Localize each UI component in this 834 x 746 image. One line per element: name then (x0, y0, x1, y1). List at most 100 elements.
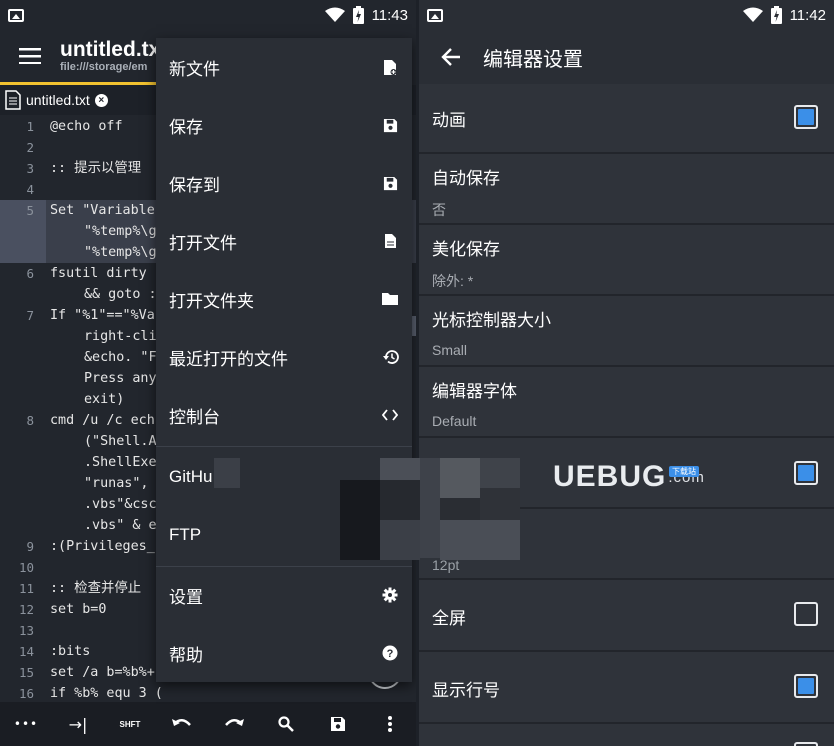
line-text: "%temp%\g (84, 224, 157, 239)
status-bar: 11:42 (419, 0, 834, 30)
setting-auto-save[interactable]: 自动保存 否 (419, 154, 834, 223)
setting-cursor-size[interactable]: 光标控制器大小 Small (419, 296, 834, 365)
wifi-icon (742, 7, 763, 22)
setting-title: 光标控制器大小 (432, 311, 551, 330)
battery-charging-icon (770, 6, 782, 24)
shift-key-label: SHFT (119, 719, 141, 729)
editor-scrollbar[interactable] (412, 316, 416, 336)
setting-fullscreen[interactable]: 全屏 (419, 580, 834, 650)
line-text: fsutil dirty (50, 266, 147, 281)
line-text: "runas", (84, 476, 149, 491)
line-text: .vbs"&csc (84, 497, 157, 512)
line-text: right-cli (84, 329, 157, 344)
battery-charging-icon (352, 6, 364, 24)
line-number: 11 (18, 581, 34, 596)
menu-label: 控制台 (169, 407, 220, 427)
settings-screen: 11:42 编辑器设置 动画 自动保存 否 美化保存 除外: * 光标控制器大小… (419, 0, 834, 746)
setting-title: 全屏 (432, 609, 466, 628)
image-notification-icon (8, 8, 24, 22)
menu-item-open-folder[interactable]: 打开文件夹 (156, 270, 412, 328)
setting-next-partial[interactable] (419, 724, 834, 746)
menu-label: 打开文件夹 (169, 291, 254, 311)
back-button[interactable] (419, 48, 483, 66)
setting-value: 否 (432, 202, 446, 218)
line-number: 14 (18, 644, 34, 659)
search-button[interactable] (269, 707, 303, 741)
new-file-icon (380, 57, 400, 77)
menu-item-open-file[interactable]: 打开文件 (156, 212, 412, 270)
more-label: ••• (13, 717, 39, 731)
more-keys-button[interactable]: ••• (9, 707, 43, 741)
editor-screen: 11:43 untitled.txt file:///storage/em un… (0, 0, 416, 746)
tab-key-label: →| (68, 714, 88, 734)
partial-checkbox[interactable] (794, 742, 818, 746)
setting-animation[interactable]: 动画 (419, 84, 834, 152)
setting-line-numbers[interactable]: 显示行号 (419, 652, 834, 722)
menu-item-help[interactable]: 帮助 ? (156, 624, 412, 682)
hamburger-icon (19, 48, 41, 64)
line-number: 7 (26, 308, 34, 323)
watermark-brand: UEBUG (553, 460, 667, 493)
more-vert-icon (388, 716, 392, 732)
redo-button[interactable] (217, 707, 251, 741)
help-icon: ? (380, 643, 400, 663)
setting-title: 显示行号 (432, 681, 500, 700)
menu-label: FTP (169, 525, 202, 544)
menu-item-recent[interactable]: 最近打开的文件 (156, 328, 412, 386)
line-text: .vbs" & e (84, 518, 157, 533)
line-text: ("Shell.A (84, 434, 157, 449)
line-text: If "%1"=="%Va (50, 308, 155, 323)
save-icon (380, 173, 400, 193)
file-icon (380, 231, 400, 251)
bottom-toolbar: ••• →| SHFT (0, 702, 416, 746)
undo-button[interactable] (165, 707, 199, 741)
tab-key-button[interactable]: →| (61, 707, 95, 741)
menu-label: 新文件 (169, 59, 220, 79)
line-text: Press any (84, 371, 157, 386)
search-icon (278, 716, 294, 732)
menu-item-console[interactable]: 控制台 (156, 386, 412, 444)
line-number: 6 (26, 266, 34, 281)
undo-icon (172, 719, 191, 726)
line-number: 2 (26, 140, 34, 155)
arrow-back-icon (441, 48, 460, 66)
watermark-badge: 下载站 (669, 466, 699, 477)
line-text: :bits (50, 644, 91, 659)
line-number: 5 (26, 203, 34, 218)
folder-icon (380, 289, 400, 309)
wifi-icon (324, 7, 345, 22)
line-text: if %b% equ 3 ( (50, 686, 163, 701)
fullscreen-checkbox[interactable] (794, 602, 818, 626)
close-tab-icon[interactable]: × (94, 93, 108, 107)
tab-untitled[interactable]: untitled.txt × (0, 85, 130, 115)
line-number: 12 (18, 602, 34, 617)
line-text: cmd /u /c ech (50, 413, 155, 428)
obscured-checkbox[interactable] (794, 461, 818, 485)
line-number: 16 (18, 686, 34, 701)
clock: 11:42 (789, 6, 826, 24)
overflow-button[interactable] (373, 707, 407, 741)
menu-item-save[interactable]: 保存 (156, 96, 412, 154)
line-numbers-checkbox[interactable] (794, 674, 818, 698)
menu-item-save-as[interactable]: 保存到 (156, 154, 412, 212)
code-icon (380, 405, 400, 425)
line-text: exit) (84, 392, 125, 407)
menu-button[interactable] (0, 48, 60, 64)
menu-item-settings[interactable]: 设置 (156, 566, 412, 624)
save-toolbar-button[interactable] (321, 707, 355, 741)
menu-item-new-file[interactable]: 新文件 (156, 38, 412, 96)
setting-title: 动画 (432, 111, 466, 130)
setting-title: 自动保存 (432, 169, 500, 188)
line-text: :(Privileges_ (50, 539, 155, 554)
setting-beautify-save[interactable]: 美化保存 除外: * (419, 225, 834, 294)
image-notification-icon (427, 8, 443, 22)
menu-label: 帮助 (169, 645, 203, 665)
setting-editor-font[interactable]: 编辑器字体 Default (419, 367, 834, 436)
line-number: 4 (26, 182, 34, 197)
svg-text:?: ? (387, 648, 394, 660)
shift-key-button[interactable]: SHFT (113, 707, 147, 741)
tab-label: untitled.txt (26, 92, 90, 108)
line-number: 15 (18, 665, 34, 680)
line-text: && goto : (84, 287, 157, 302)
animation-checkbox[interactable] (794, 105, 818, 129)
